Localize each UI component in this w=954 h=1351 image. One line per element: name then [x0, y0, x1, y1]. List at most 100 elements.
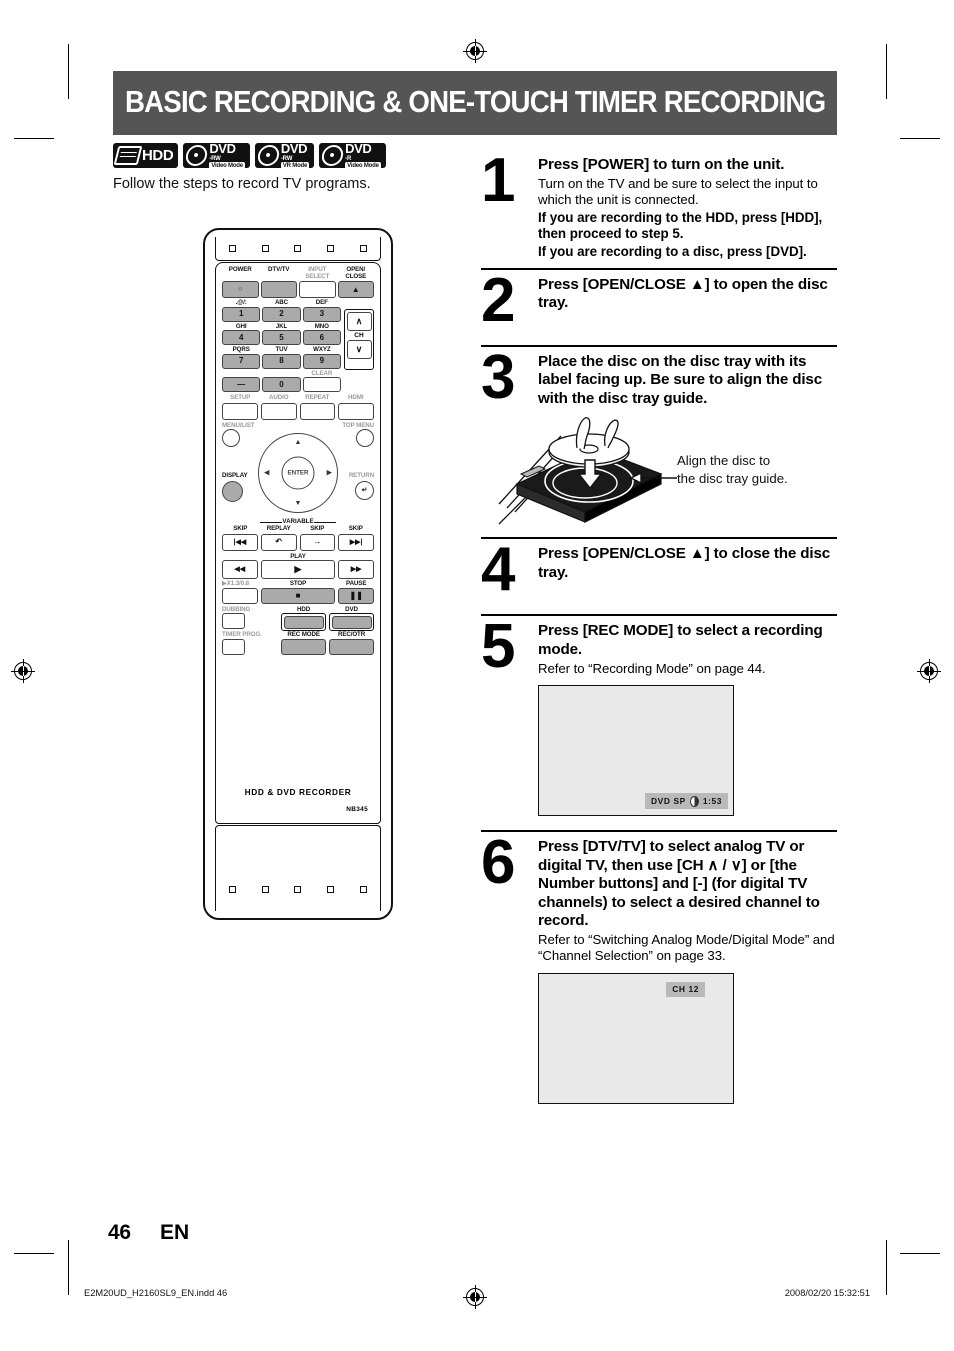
setup-label: SETUP: [230, 394, 251, 401]
stop-button[interactable]: ■: [260, 587, 336, 604]
crop-mark-top-right: [886, 44, 887, 99]
skip-forward-small-button[interactable]: →: [299, 533, 336, 551]
indicator-led: [261, 886, 269, 893]
number-button-7[interactable]: 7: [222, 353, 261, 369]
step-heading: Press [OPEN/CLOSE ▲] to open the disc tr…: [538, 275, 828, 312]
osd-channel: CH 12: [666, 981, 705, 997]
step-heading: Press [OPEN/CLOSE ▲] to close the disc t…: [538, 545, 831, 581]
number-button-0[interactable]: 0: [262, 377, 301, 392]
dash-button[interactable]: —: [222, 377, 261, 392]
channel-down-button[interactable]: ∨: [346, 339, 372, 359]
power-label: POWER: [228, 266, 252, 273]
remote-model-number: NB345: [346, 806, 368, 813]
page-header-band: BASIC RECORDING & ONE-TOUCH TIMER RECORD…: [113, 71, 837, 135]
pause-button[interactable]: ❚❚: [338, 587, 374, 604]
hdd-button[interactable]: [283, 615, 324, 629]
media-compatibility-badges: HDD DVD -RW Video Mode DVD -RW VR Mode D…: [113, 141, 386, 169]
indicator-led: [294, 886, 302, 893]
indicator-led: [228, 245, 236, 252]
step-body: Turn on the TV and be sure to select the…: [538, 175, 818, 208]
dtv-tv-button[interactable]: [260, 281, 297, 298]
number-button-6[interactable]: 6: [302, 330, 341, 345]
remote-keypad-area: POWER DTV/TV INPUT SELECT OPEN/ CLOSE ○ …: [215, 262, 381, 824]
rec-mode-button[interactable]: [281, 638, 327, 655]
skip-back-button[interactable]: |◀◀: [222, 533, 258, 551]
enter-button[interactable]: ENTER: [281, 456, 315, 490]
osd-rec-mode: DVD SP 1:53: [645, 793, 728, 810]
step-divider: [481, 614, 837, 617]
skip-mid-label: SKIP: [310, 525, 325, 532]
step-divider: [481, 267, 837, 270]
direction-pad[interactable]: ▲ ▼ ◀ ▶ ENTER: [258, 433, 338, 513]
indicator-led: [327, 245, 335, 252]
play-button[interactable]: ▶: [260, 560, 336, 579]
fast-forward-button[interactable]: ▶▶: [338, 560, 374, 579]
skip-forward-button[interactable]: ▶▶|: [338, 533, 374, 551]
dvd-button[interactable]: [331, 615, 372, 629]
disc-icon: [184, 145, 209, 166]
media-badge-label: DVD: [280, 141, 308, 156]
half-disc-icon: [689, 795, 699, 807]
step-body: Refer to “Recording Mode” on page 44.: [538, 660, 766, 676]
step-number: 4: [481, 535, 516, 605]
number-button-9[interactable]: 9: [302, 353, 341, 369]
speed-button[interactable]: [222, 587, 258, 604]
number-button-3[interactable]: 3: [302, 306, 341, 322]
return-button[interactable]: ↵: [355, 480, 374, 500]
step-2: 2 Press [OPEN/CLOSE ▲] to open the disc …: [481, 269, 837, 338]
repeat-button[interactable]: [299, 402, 336, 420]
number-button-label: 8: [279, 356, 284, 365]
crop-mark-left-lower: [14, 1253, 54, 1254]
number-button-5[interactable]: 5: [262, 330, 301, 345]
steps-column: 1 Press [POWER] to turn on the unit. Tur…: [481, 150, 837, 1104]
tv-screen-channel: CH 12: [538, 972, 734, 1104]
osd-channel-text: CH 12: [672, 984, 699, 995]
footer-timestamp: 2008/02/20 15:32:51: [784, 1288, 870, 1298]
step-body-bold-2: If you are recording to a disc, press [D…: [538, 244, 807, 260]
channel-up-button[interactable]: ∧: [346, 311, 372, 331]
step-number: 1: [481, 146, 516, 215]
input-select-button[interactable]: [299, 281, 336, 298]
speed-label: ▶X1.3/0.8: [222, 580, 249, 587]
remote-top-panel: [215, 237, 381, 261]
number-button-4[interactable]: 4: [222, 330, 261, 345]
open-close-button[interactable]: ▲: [337, 281, 374, 298]
number-button-2[interactable]: 2: [262, 306, 301, 322]
rewind-button[interactable]: ◀◀: [222, 560, 258, 579]
registration-mark-right: [917, 659, 941, 683]
key-9-alpha: WXYZ: [313, 346, 331, 353]
hdmi-button[interactable]: [338, 402, 374, 420]
key-8-alpha: TUV: [275, 346, 288, 353]
return-group: RETURN ↵: [348, 472, 374, 500]
dubbing-button[interactable]: [222, 613, 245, 629]
audio-button[interactable]: [260, 402, 297, 420]
variable-group-label: VARIABLE: [222, 518, 374, 525]
transport-play-row: ◀◀ ▶ ▶▶: [222, 560, 374, 579]
number-button-8[interactable]: 8: [262, 353, 301, 369]
media-badge-label: DVD: [345, 141, 372, 156]
number-button-1[interactable]: 1: [222, 306, 261, 322]
step-number: 5: [481, 612, 516, 682]
setup-button[interactable]: [222, 402, 258, 420]
top-menu-label: TOP MENU: [342, 421, 374, 429]
arrow-down-icon[interactable]: ▼: [295, 500, 302, 507]
timer-prog-button[interactable]: [222, 638, 245, 655]
power-button[interactable]: ○: [222, 281, 259, 298]
display-button[interactable]: [222, 480, 243, 502]
indicator-led: [228, 886, 236, 893]
clear-button[interactable]: [302, 377, 341, 392]
navigation-cluster: ▲ ▼ ◀ ▶ ENTER DISPLAY RETURN ↵: [222, 431, 374, 517]
arrow-right-icon[interactable]: ▶: [327, 470, 332, 477]
crop-mark-bottom-left: [68, 1240, 69, 1295]
number-button-label: 4: [238, 332, 244, 342]
replay-label: REPLAY: [266, 525, 291, 532]
rec-otr-button[interactable]: [329, 638, 374, 655]
arrow-up-icon[interactable]: ▲: [295, 439, 302, 446]
replay-button[interactable]: ↶: [260, 533, 297, 551]
input-select-label: INPUT SELECT: [305, 266, 330, 280]
registration-mark-left: [11, 659, 35, 683]
hdd-icon: [113, 146, 143, 165]
arrow-left-icon[interactable]: ◀: [264, 470, 269, 477]
remote-brand-label: HDD & DVD RECORDER: [244, 787, 352, 797]
return-label: RETURN: [348, 472, 374, 479]
